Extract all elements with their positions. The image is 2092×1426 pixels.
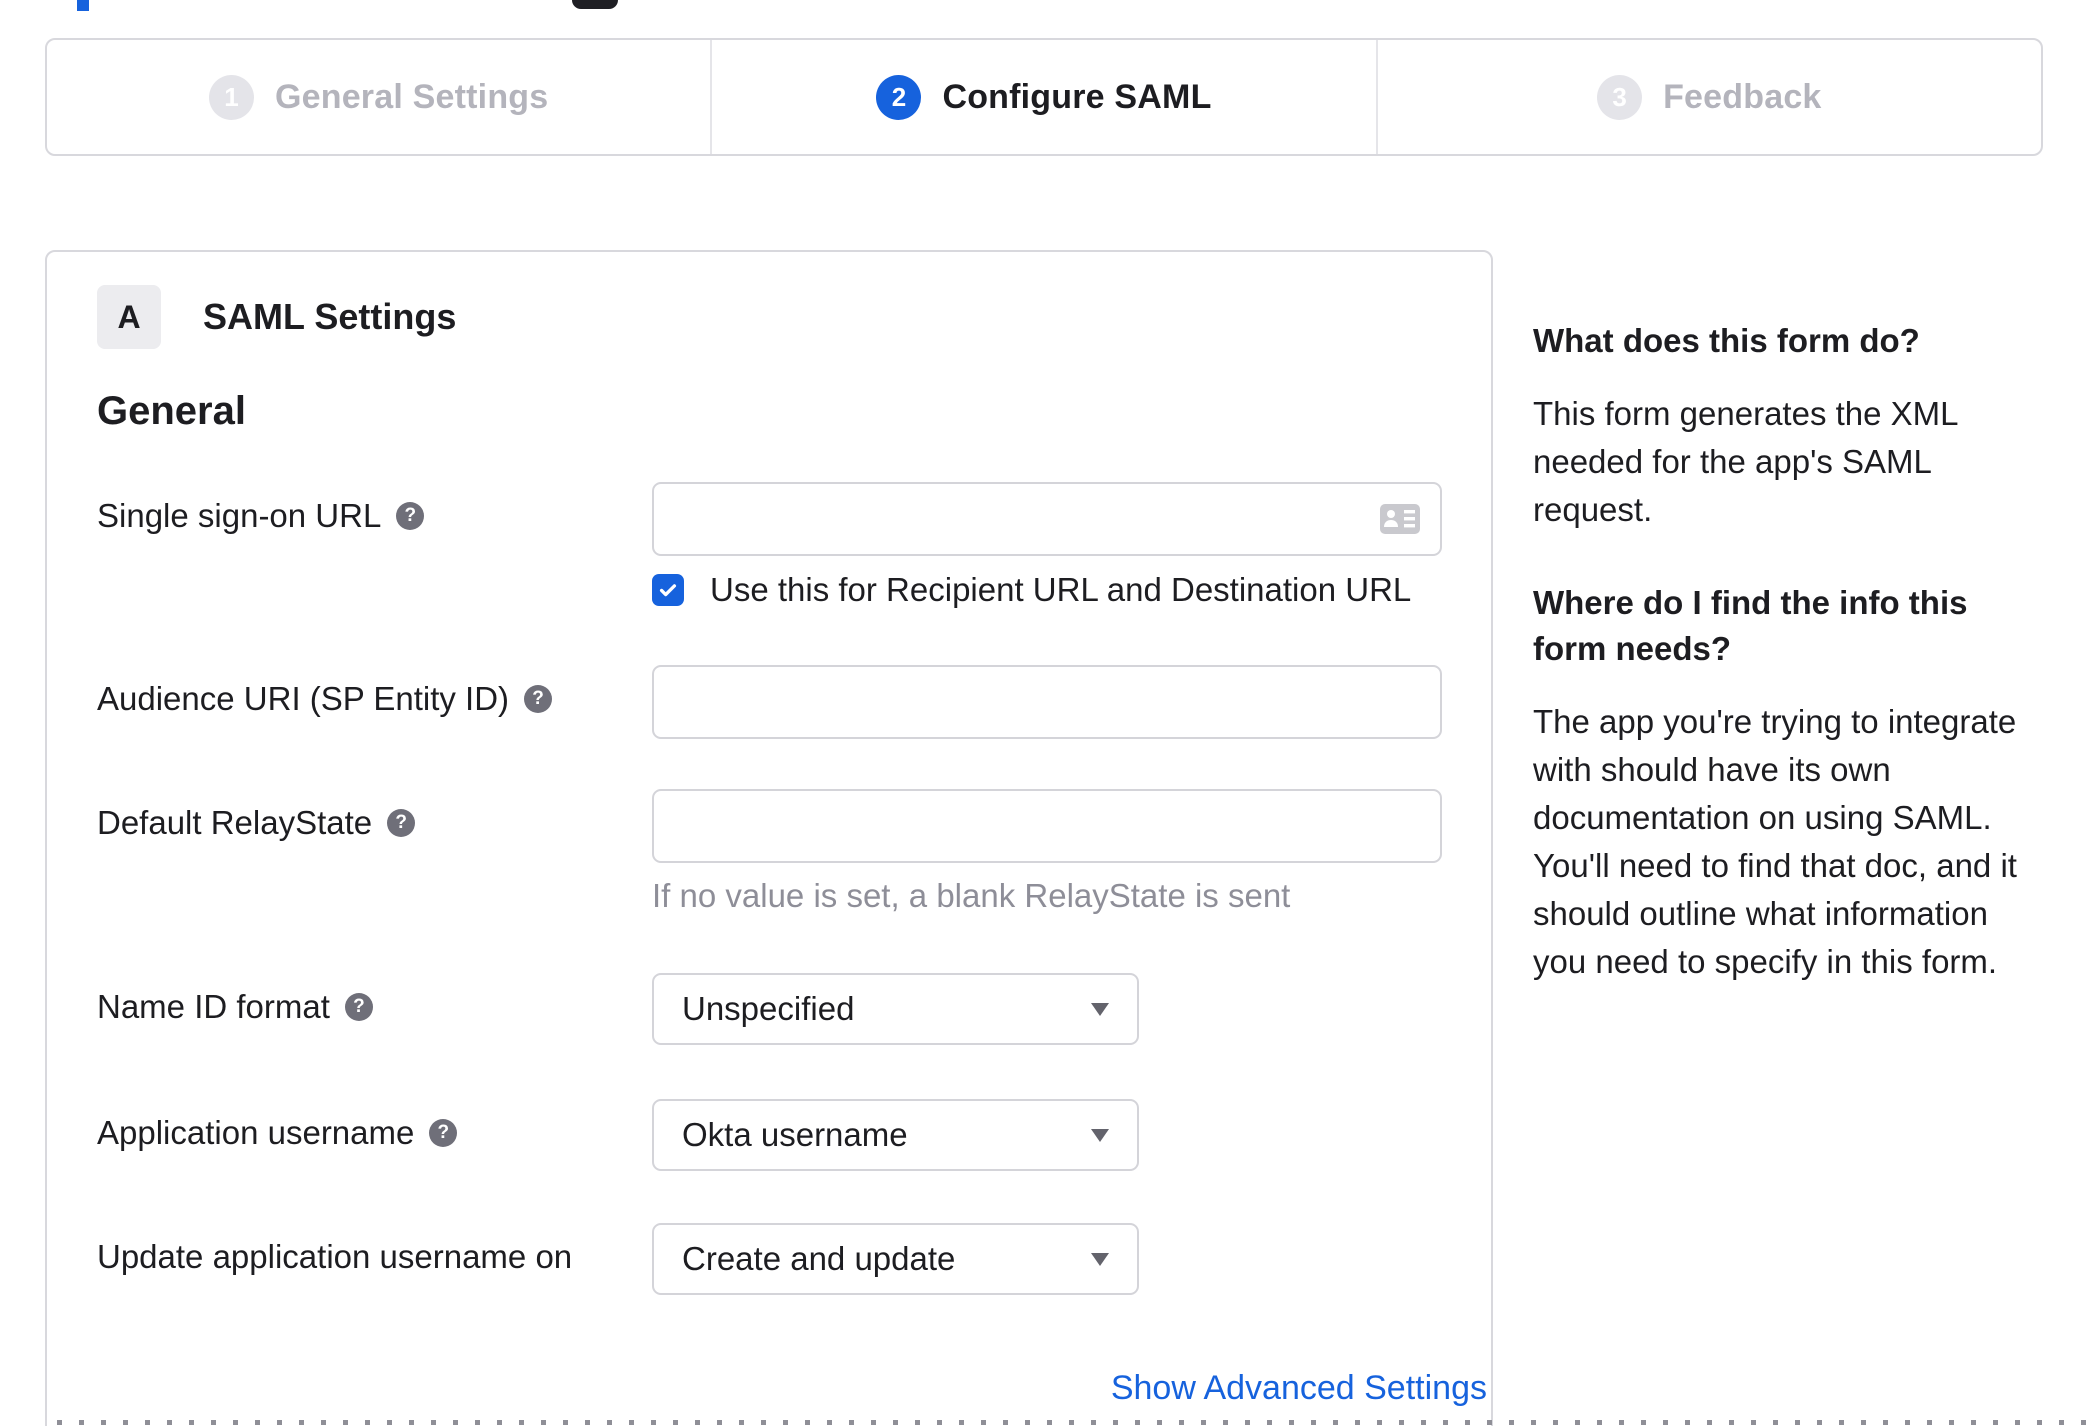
sso-url-label: Single sign-on URL (97, 497, 382, 534)
app-username-value: Okta username (682, 1116, 908, 1153)
nameid-format-value: Unspecified (682, 990, 855, 1027)
section-a-badge: A (97, 285, 161, 349)
nameid-format-label: Name ID format (97, 988, 330, 1025)
app-icon-fragment (572, 0, 618, 9)
recipient-url-checkbox-label: Use this for Recipient URL and Destinati… (710, 571, 1412, 608)
step-3-badge: 3 (1597, 74, 1643, 120)
update-username-select[interactable]: Create and update (652, 1223, 1139, 1295)
field-row-update-username: Update application username on Create an… (97, 1223, 1491, 1295)
step-3-label: Feedback (1663, 77, 1822, 116)
update-username-value: Create and update (682, 1240, 956, 1277)
caret-down-icon (1091, 1252, 1109, 1266)
contact-card-icon (1380, 504, 1420, 534)
help-icon[interactable]: ? (524, 685, 553, 713)
update-username-label: Update application username on (97, 1238, 573, 1275)
panel-header: A SAML Settings (97, 285, 1491, 349)
field-row-nameid-format: Name ID format ? Unspecified (97, 973, 1491, 1045)
field-row-audience-uri: Audience URI (SP Entity ID) ? (97, 665, 1491, 739)
logo-fragment (77, 0, 89, 11)
help-icon[interactable]: ? (396, 502, 425, 530)
relaystate-hint: If no value is set, a blank RelayState i… (652, 877, 1291, 914)
sidebar-body-what: This form generates the XML needed for t… (1533, 395, 1958, 528)
help-sidebar: What does this form do? This form genera… (1533, 318, 2045, 1032)
sidebar-heading-where: Where do I find the info this form needs… (1533, 584, 1968, 667)
help-icon[interactable]: ? (429, 1119, 458, 1147)
nameid-format-select[interactable]: Unspecified (652, 973, 1139, 1045)
step-1-badge: 1 (208, 74, 254, 120)
panel-title: SAML Settings (203, 296, 457, 337)
app-username-label: Application username (97, 1114, 415, 1151)
sidebar-body-where: The app you're trying to integrate with … (1533, 703, 2017, 980)
recipient-url-checkbox-row: Use this for Recipient URL and Destinati… (652, 571, 1491, 609)
caret-down-icon (1091, 1002, 1109, 1016)
audience-uri-input[interactable] (652, 665, 1442, 739)
sidebar-heading-what: What does this form do? (1533, 322, 1920, 359)
step-configure-saml[interactable]: 2 Configure SAML (710, 40, 1375, 154)
advanced-settings-row: Show Advanced Settings (97, 1369, 1487, 1408)
field-row-sso-url: Single sign-on URL ? Use this for Recipi… (97, 482, 1491, 609)
recipient-url-checkbox[interactable] (652, 574, 684, 606)
field-row-relaystate: Default RelayState ? If no value is set,… (97, 789, 1491, 915)
step-feedback[interactable]: 3 Feedback (1375, 40, 2041, 154)
help-icon[interactable]: ? (387, 809, 416, 837)
wizard-stepper: 1 General Settings 2 Configure SAML 3 Fe… (45, 38, 2043, 156)
relaystate-input[interactable] (652, 789, 1442, 863)
relaystate-label: Default RelayState (97, 804, 373, 841)
saml-settings-panel: A SAML Settings General Single sign-on U… (45, 250, 1493, 1426)
app-username-select[interactable]: Okta username (652, 1099, 1139, 1171)
step-2-label: Configure SAML (942, 77, 1212, 116)
sso-url-input[interactable] (652, 482, 1442, 556)
step-2-badge: 2 (876, 74, 922, 120)
caret-down-icon (1091, 1128, 1109, 1142)
step-general-settings[interactable]: 1 General Settings (47, 40, 710, 154)
show-advanced-settings-link[interactable]: Show Advanced Settings (1111, 1369, 1487, 1407)
checkmark-icon (659, 584, 677, 597)
field-row-app-username: Application username ? Okta username (97, 1099, 1491, 1171)
help-icon[interactable]: ? (344, 993, 373, 1021)
step-1-label: General Settings (274, 77, 549, 116)
general-section-heading: General (97, 389, 246, 433)
audience-uri-label: Audience URI (SP Entity ID) (97, 680, 510, 717)
dotted-divider (57, 1420, 2092, 1425)
